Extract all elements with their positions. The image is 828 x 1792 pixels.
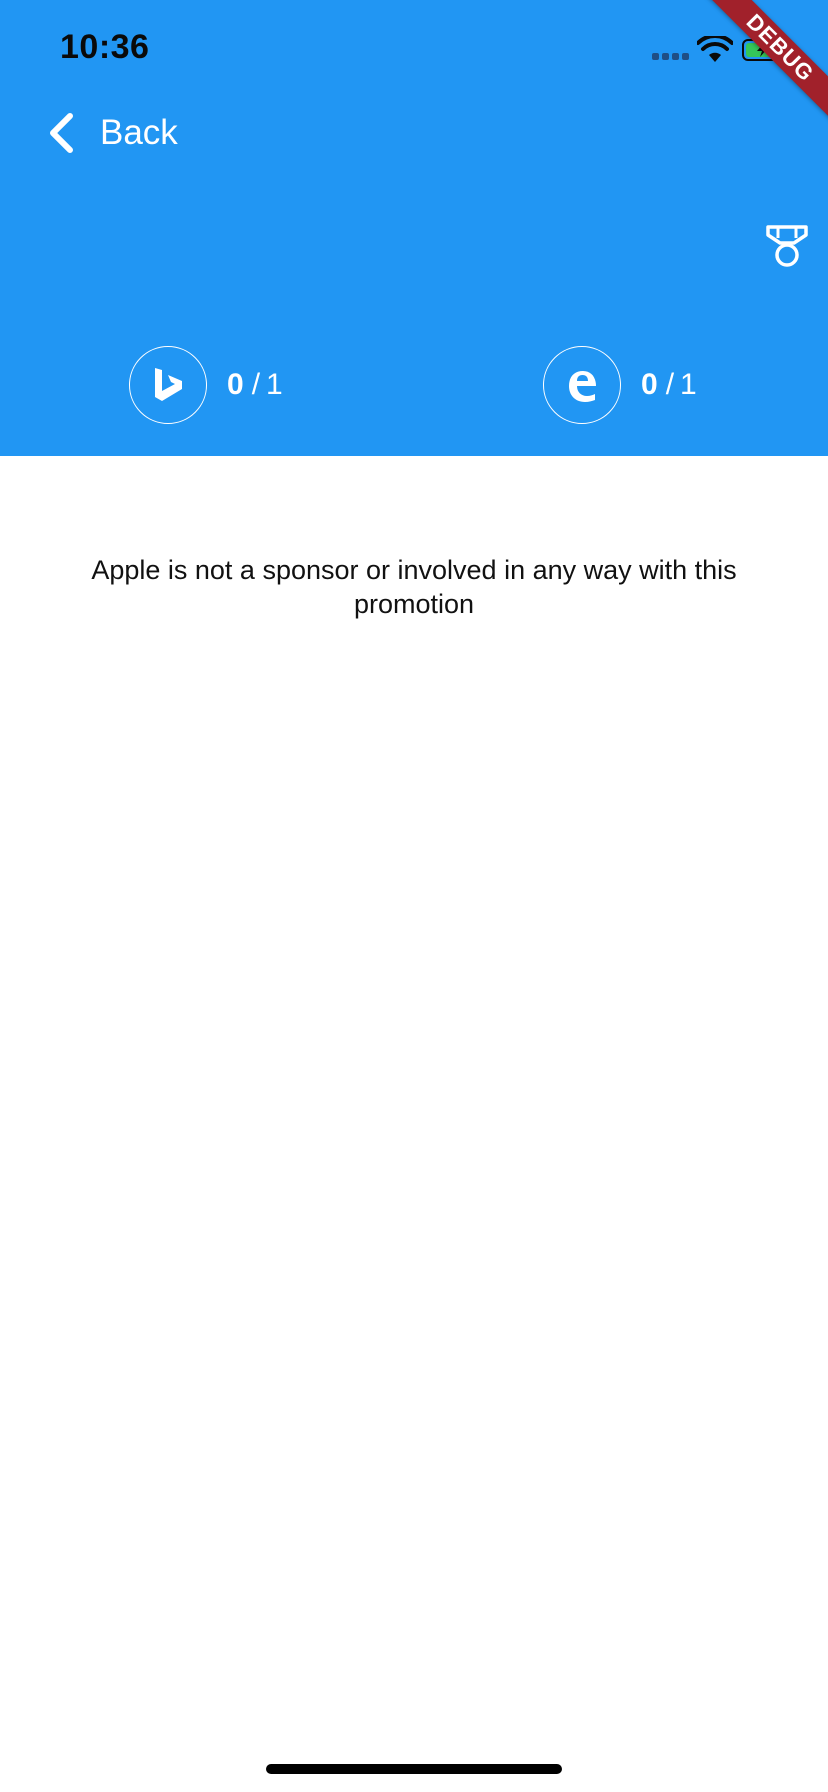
edge-progress: 0/1	[543, 345, 697, 425]
edge-score-total: 1	[680, 368, 697, 401]
debug-banner-label: DEBUG	[692, 0, 828, 136]
medal-icon[interactable]	[766, 224, 808, 268]
edge-score-current: 0	[641, 368, 658, 401]
disclaimer-text: Apple is not a sponsor or involved in an…	[91, 555, 737, 619]
edge-score: 0/1	[641, 368, 697, 401]
bing-icon-circle	[129, 346, 207, 424]
bing-icon	[155, 368, 182, 401]
bing-score: 0/1	[227, 368, 283, 401]
bing-score-current: 0	[227, 368, 244, 401]
header-banner: 10:36 Back 0/1 0 / 1 DEBUG	[0, 0, 828, 456]
back-button[interactable]: Back	[46, 108, 178, 158]
edge-icon	[569, 371, 596, 402]
home-indicator	[266, 1764, 562, 1774]
cellular-signal-icon	[652, 53, 690, 61]
edge-icon-circle	[543, 346, 621, 424]
battery-icon	[742, 39, 785, 61]
bing-progress: 0/1	[129, 345, 283, 425]
status-time: 10:36	[60, 28, 150, 66]
chevron-left-icon	[50, 113, 73, 153]
bing-score-total: 1	[266, 368, 283, 401]
wifi-icon	[697, 36, 733, 62]
back-label: Back	[100, 113, 178, 152]
